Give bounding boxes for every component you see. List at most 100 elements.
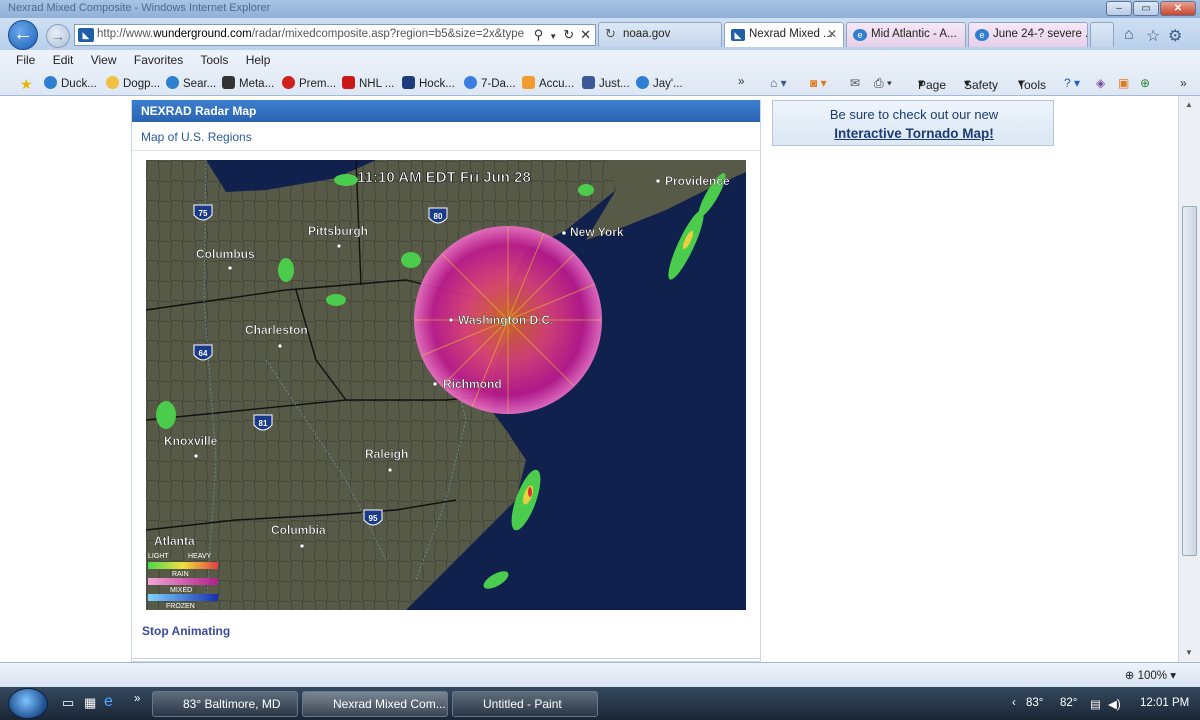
back-button[interactable]: ← (8, 20, 38, 50)
taskbar-ie[interactable]: Nexrad Mixed Com... (302, 691, 448, 717)
scroll-down-icon[interactable]: ▼ (1185, 648, 1193, 657)
radar-map-svg: 75 80 64 81 95 11:10 AM EDT Fri Jun 28 P… (146, 160, 746, 610)
address-bar[interactable]: ◣ http://www.wunderground.com/radar/mixe… (74, 24, 596, 46)
forward-button[interactable]: → (46, 24, 70, 48)
maximize-button[interactable]: ▭ (1133, 1, 1159, 16)
accuweather-icon (522, 76, 535, 89)
home-icon[interactable]: ⌂ ▾ (770, 76, 787, 90)
premier-icon (282, 76, 295, 89)
translate-icon[interactable]: ⊕ (1140, 76, 1150, 90)
tools-menu[interactable]: Tools ▾ (1018, 76, 1046, 92)
city-label: Pittsburgh (308, 224, 368, 238)
print-icon[interactable]: ⎙ ▾ (874, 76, 892, 91)
tab-june-severe[interactable]: e June 24-? severe ... (968, 22, 1088, 47)
favorites-star-icon[interactable]: ★ (20, 76, 33, 93)
favorite-item[interactable]: Just... (582, 76, 630, 90)
tab-mid-atlantic[interactable]: e Mid Atlantic - A... (846, 22, 966, 47)
svg-text:MIXED: MIXED (170, 587, 192, 594)
url-text[interactable]: http://www.wunderground.com/radar/mixedc… (97, 28, 527, 40)
safety-menu[interactable]: Safety ▾ (964, 76, 998, 92)
menu-favorites-bar: File Edit View Favorites Tools Help ★ Du… (0, 50, 1200, 96)
tab-nexrad[interactable]: ◣ Nexrad Mixed ... ✕ (724, 22, 844, 47)
gear-icon[interactable]: ⚙ (1168, 26, 1182, 46)
chevron-right-icon[interactable]: » (738, 76, 744, 88)
minimize-button[interactable]: – (1106, 1, 1132, 16)
taskbar-paint[interactable]: Untitled - Paint (452, 691, 598, 717)
dropdown-arrow-icon[interactable]: ▼ (549, 32, 557, 41)
menu-favorites[interactable]: Favorites (134, 53, 183, 67)
ie-icon (44, 76, 57, 89)
close-tab-icon[interactable]: ✕ (827, 27, 837, 41)
vertical-scrollbar[interactable]: ▲ ▼ (1178, 96, 1200, 662)
favorite-item[interactable]: Accu... (522, 76, 574, 90)
tray-expand-icon[interactable]: ‹ (1012, 697, 1016, 709)
ad-line-2[interactable]: Interactive Tornado Map! (773, 126, 1055, 141)
radar-map[interactable]: 75 80 64 81 95 11:10 AM EDT Fri Jun 28 P… (146, 160, 746, 610)
search-icon[interactable]: ⚲ (534, 27, 544, 42)
refresh-icon[interactable]: ↻ (563, 27, 574, 42)
taskbar-weather[interactable]: 83° Baltimore, MD (152, 691, 298, 717)
zoom-control[interactable]: ⊕ 100% ▾ (1125, 668, 1176, 682)
nhl-icon (342, 76, 355, 89)
us-regions-link[interactable]: Map of U.S. Regions (141, 130, 252, 144)
switch-windows-icon[interactable]: ▦ (84, 695, 96, 711)
ad-line-1: Be sure to check out our new (829, 107, 999, 122)
page-menu[interactable]: Page ▾ (918, 76, 946, 92)
clock[interactable]: 12:01 PM (1140, 697, 1189, 709)
menu-tools[interactable]: Tools (200, 53, 228, 67)
start-button[interactable] (8, 688, 48, 719)
favorites-bar: ★ Duck... Dogp... Sear... Meta... Prem..… (0, 74, 760, 94)
page-content: NEXRAD Radar Map Map of U.S. Regions Sto… (0, 96, 1178, 662)
chevron-right-icon[interactable]: » (1180, 76, 1187, 90)
menu-file[interactable]: File (16, 53, 35, 67)
menu-edit[interactable]: Edit (53, 53, 74, 67)
research-icon[interactable]: ▣ (1118, 76, 1129, 90)
close-window-button[interactable]: ✕ (1160, 1, 1196, 16)
radar-timestamp: 11:10 AM EDT Fri Jun 28 (357, 169, 531, 186)
taskbar: ▭ ▦ e » 83° Baltimore, MD Nexrad Mixed C… (0, 687, 1200, 720)
menu-help[interactable]: Help (246, 53, 271, 67)
volume-icon[interactable]: ◀) (1108, 697, 1121, 711)
weather-icon (464, 76, 477, 89)
city-label: Charleston (245, 323, 308, 337)
favorite-item[interactable]: Jay'... (636, 76, 683, 90)
menu-bar: File Edit View Favorites Tools Help (16, 53, 284, 67)
city-label: Atlanta (154, 534, 195, 548)
favorites-star-icon[interactable]: ☆ (1146, 26, 1160, 46)
hockey-icon (402, 76, 415, 89)
tornado-map-ad[interactable]: Be sure to check out our new Interactive… (772, 100, 1054, 146)
divider (132, 150, 760, 151)
favorite-item[interactable]: 7-Da... (464, 76, 516, 90)
svg-text:HEAVY: HEAVY (188, 553, 212, 560)
favorite-item[interactable]: Meta... (222, 76, 274, 90)
svg-text:80: 80 (434, 212, 443, 221)
chevron-right-icon[interactable]: » (134, 693, 140, 705)
favorite-item[interactable]: Hock... (402, 76, 455, 90)
scroll-thumb[interactable] (1182, 206, 1197, 556)
dog-icon (106, 76, 119, 89)
stop-animating-link[interactable]: Stop Animating (142, 624, 230, 638)
show-desktop-icon[interactable]: ▭ (62, 695, 74, 711)
favorite-item[interactable]: Duck... (44, 76, 97, 90)
feeds-icon[interactable]: ◙ ▾ (810, 76, 827, 90)
favorite-item[interactable]: Sear... (166, 76, 216, 90)
ie-icon: e (975, 29, 989, 41)
scroll-up-icon[interactable]: ▲ (1185, 100, 1193, 109)
favorite-item[interactable]: Prem... (282, 76, 336, 90)
help-icon[interactable]: ? ▾ (1064, 76, 1080, 90)
svg-text:95: 95 (369, 514, 378, 523)
city-label: Washington D.C. (458, 313, 554, 327)
network-icon[interactable]: ▤ (1090, 697, 1101, 711)
tab-noaa[interactable]: ↻ noaa.gov (598, 22, 722, 47)
new-tab-button[interactable] (1090, 22, 1114, 47)
facebook-icon (582, 76, 595, 89)
favorite-item[interactable]: NHL ... (342, 76, 394, 90)
home-icon[interactable]: ⌂ (1124, 26, 1134, 44)
stop-icon[interactable]: ✕ (580, 27, 591, 42)
ie-icon[interactable]: e (104, 693, 113, 711)
addon-icon[interactable]: ◈ (1096, 76, 1105, 90)
ie-icon (636, 76, 649, 89)
favorite-item[interactable]: Dogp... (106, 76, 160, 90)
menu-view[interactable]: View (91, 53, 117, 67)
mail-icon[interactable]: ✉ (850, 76, 860, 90)
